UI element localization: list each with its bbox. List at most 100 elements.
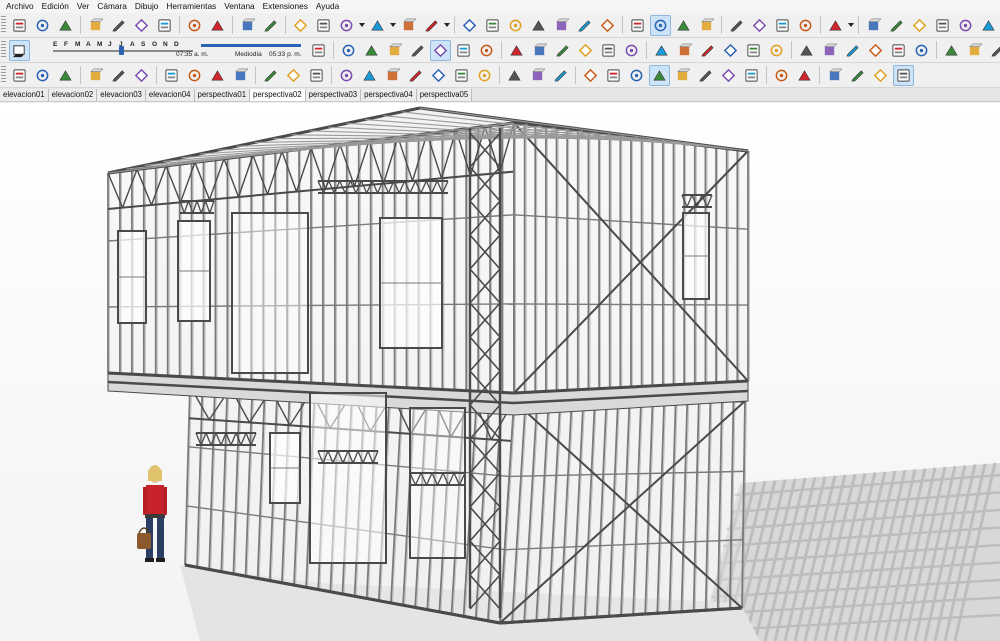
date-slider-thumb[interactable] xyxy=(119,45,124,55)
erase-icon[interactable] xyxy=(154,15,175,36)
menu-edicion[interactable]: Edición xyxy=(38,0,73,13)
scene-tab-elevacion04[interactable]: elevacion04 xyxy=(145,89,195,101)
outliner-icon[interactable] xyxy=(863,15,884,36)
cube-b-icon[interactable] xyxy=(870,65,891,86)
filter-b-icon[interactable] xyxy=(283,65,304,86)
menu-dibujo[interactable]: Dibujo xyxy=(131,0,163,13)
filter-c-icon[interactable] xyxy=(306,65,327,86)
footprint-icon[interactable] xyxy=(794,65,815,86)
brush-d-icon[interactable] xyxy=(428,65,449,86)
shadows-toggle-icon[interactable] xyxy=(9,39,30,61)
walk-icon[interactable] xyxy=(941,40,962,61)
model-info-icon[interactable] xyxy=(260,15,281,36)
cube-c-icon[interactable] xyxy=(893,64,914,86)
cube-a-icon[interactable] xyxy=(847,65,868,86)
styles-icon[interactable] xyxy=(932,15,953,36)
brush-e-icon[interactable] xyxy=(451,65,472,86)
layer-blue-icon[interactable] xyxy=(131,65,152,86)
look-around-icon[interactable] xyxy=(603,65,624,86)
cut-icon[interactable] xyxy=(85,15,106,36)
steel-frame-house-model[interactable] xyxy=(0,103,1000,641)
upload-a-icon[interactable] xyxy=(161,65,182,86)
upload-c-icon[interactable] xyxy=(207,65,228,86)
layer-red-icon[interactable] xyxy=(108,65,129,86)
position-camera-icon[interactable] xyxy=(580,65,601,86)
iso-view-icon[interactable] xyxy=(506,40,527,61)
upload-d-icon[interactable] xyxy=(230,65,251,86)
filter-a-icon[interactable] xyxy=(260,65,281,86)
zoom-view-icon[interactable] xyxy=(672,65,693,86)
walk-through-icon[interactable] xyxy=(626,65,647,86)
upload-b-icon[interactable] xyxy=(184,65,205,86)
pan-icon[interactable] xyxy=(650,14,671,36)
entity-info-icon[interactable] xyxy=(886,15,907,36)
hidden-line-icon[interactable] xyxy=(407,40,428,61)
zoom-extents-icon[interactable] xyxy=(696,15,717,36)
help-icon[interactable] xyxy=(550,65,571,86)
paste-icon[interactable] xyxy=(131,15,152,36)
select-icon[interactable] xyxy=(290,15,311,36)
scene-tab-perspectiva04[interactable]: perspectiva04 xyxy=(361,89,417,101)
time-slider-track[interactable] xyxy=(201,43,301,47)
stack-icon[interactable] xyxy=(336,65,357,86)
brush-b-icon[interactable] xyxy=(382,65,403,86)
offset-icon[interactable] xyxy=(528,15,549,36)
move-icon[interactable] xyxy=(482,15,503,36)
scale-icon[interactable] xyxy=(505,15,526,36)
zoom-icon[interactable] xyxy=(673,15,694,36)
orbit-icon[interactable] xyxy=(627,15,648,36)
back-view-icon[interactable] xyxy=(598,40,619,61)
menu-camara[interactable]: Cámara xyxy=(93,0,131,13)
copy-icon[interactable] xyxy=(108,15,129,36)
section-fill-icon[interactable] xyxy=(842,40,863,61)
left-view-icon[interactable] xyxy=(621,40,642,61)
pan-view-icon[interactable] xyxy=(649,64,670,86)
account-icon[interactable] xyxy=(825,15,846,36)
dimension-icon[interactable] xyxy=(888,40,909,61)
toolbar-grip[interactable] xyxy=(1,41,6,59)
text-icon[interactable] xyxy=(574,15,595,36)
section-cut-icon[interactable] xyxy=(819,40,840,61)
scene-tab-perspectiva05[interactable]: perspectiva05 xyxy=(416,89,473,101)
menu-ayuda[interactable]: Ayuda xyxy=(312,0,343,13)
axes-icon[interactable] xyxy=(824,65,845,86)
tag-b-icon[interactable] xyxy=(32,65,53,86)
right-view-icon[interactable] xyxy=(575,40,596,61)
tape-measure-icon[interactable] xyxy=(551,15,572,36)
chevron-down-icon[interactable] xyxy=(443,15,451,36)
toolbar-grip[interactable] xyxy=(1,16,6,34)
axis-icon[interactable] xyxy=(865,40,886,61)
terrain-icon[interactable] xyxy=(720,40,741,61)
chevron-down-icon[interactable] xyxy=(358,15,366,36)
angle-icon[interactable] xyxy=(911,40,932,61)
section-plane-icon[interactable] xyxy=(796,40,817,61)
brush-c-icon[interactable] xyxy=(405,65,426,86)
warehouse-icon[interactable] xyxy=(726,15,747,36)
tools-icon[interactable] xyxy=(527,65,548,86)
stamp-icon[interactable] xyxy=(743,40,764,61)
follow-me-icon[interactable] xyxy=(459,15,480,36)
zoom-window-icon[interactable] xyxy=(695,65,716,86)
edit-icon[interactable] xyxy=(955,15,976,36)
menu-ventana[interactable]: Ventana xyxy=(220,0,258,13)
chevron-down-icon[interactable] xyxy=(847,15,855,36)
menu-herramientas[interactable]: Herramientas xyxy=(162,0,220,13)
scenes-icon[interactable] xyxy=(909,15,930,36)
menu-ver[interactable]: Ver xyxy=(73,0,93,13)
sun-icon[interactable] xyxy=(964,40,985,61)
open-icon[interactable] xyxy=(32,15,53,36)
shaded-icon[interactable] xyxy=(430,39,451,61)
top-view-icon[interactable] xyxy=(529,40,550,61)
send-layout-icon[interactable] xyxy=(772,15,793,36)
eye-icon[interactable] xyxy=(771,65,792,86)
cloud-icon[interactable] xyxy=(697,40,718,61)
sandbox-icon[interactable] xyxy=(674,40,695,61)
brush-a-icon[interactable] xyxy=(359,65,380,86)
scene-tab-elevacion03[interactable]: elevacion03 xyxy=(97,89,146,101)
tag-a-icon[interactable] xyxy=(9,65,30,86)
menu-archivo[interactable]: Archivo xyxy=(2,0,38,13)
redo-icon[interactable] xyxy=(207,15,228,36)
tape-icon[interactable] xyxy=(987,40,1000,61)
extension-warehouse-icon[interactable] xyxy=(749,15,770,36)
model-viewport[interactable] xyxy=(0,103,1000,641)
